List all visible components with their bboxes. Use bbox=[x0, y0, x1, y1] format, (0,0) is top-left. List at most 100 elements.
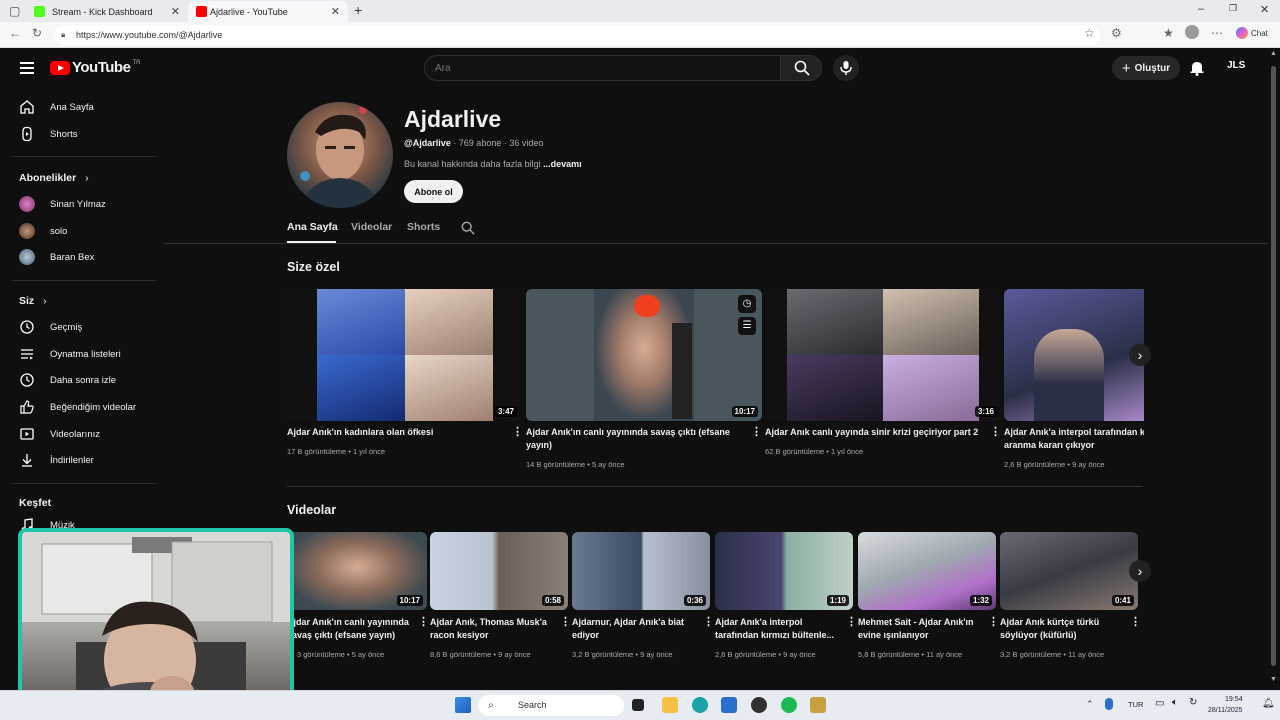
app-icon[interactable] bbox=[810, 697, 826, 713]
close-tab-icon[interactable]: ✕ bbox=[171, 5, 180, 18]
video-title[interactable]: Ajdar Anık'a interpol tarafından kı aran… bbox=[1004, 426, 1144, 452]
file-explorer-icon[interactable] bbox=[662, 697, 678, 713]
account-avatar[interactable]: JLS bbox=[1227, 60, 1245, 71]
video-thumbnail[interactable]: 0:58 bbox=[430, 532, 568, 610]
subscriptions-heading[interactable]: Abonelikler › bbox=[19, 172, 89, 184]
video-menu-icon[interactable]: ⋮ bbox=[846, 615, 857, 628]
sidebar-item-home[interactable]: Ana Sayfa bbox=[0, 94, 156, 120]
video-title[interactable]: Ajdar Anık, Thomas Musk'a racon kesiyor bbox=[430, 616, 554, 642]
video-menu-icon[interactable]: ⋮ bbox=[512, 425, 523, 438]
video-menu-icon[interactable]: ⋮ bbox=[703, 615, 714, 628]
sidebar-item-shorts[interactable]: Shorts bbox=[0, 121, 156, 147]
create-button[interactable]: + Oluştur bbox=[1112, 56, 1180, 80]
refresh-icon[interactable]: ↻ bbox=[32, 26, 42, 40]
video-thumbnail[interactable]: 3:47 bbox=[287, 289, 521, 421]
video-thumbnail[interactable]: 10:17 bbox=[287, 532, 427, 610]
favorites-icon[interactable]: ★ bbox=[1163, 26, 1174, 40]
taskbar-clock[interactable]: 19:54 28/11/2025 bbox=[1208, 694, 1243, 716]
video-thumbnail[interactable]: 1:32 bbox=[858, 532, 996, 610]
spotify-icon[interactable] bbox=[781, 697, 797, 713]
video-menu-icon[interactable]: ⋮ bbox=[988, 615, 999, 628]
video-menu-icon[interactable]: ⋮ bbox=[990, 425, 1001, 438]
sidebar-item-subscription[interactable]: Baran Bex bbox=[0, 244, 156, 270]
channel-search-icon[interactable] bbox=[461, 221, 475, 235]
youtube-logo[interactable]: YouTube TR bbox=[50, 59, 140, 76]
tab-home[interactable]: Ana Sayfa bbox=[287, 221, 338, 233]
close-tab-icon[interactable]: ✕ bbox=[331, 5, 340, 18]
sidebar-item-your-videos[interactable]: Videolarınız bbox=[0, 421, 156, 447]
tab-shorts[interactable]: Shorts bbox=[407, 221, 440, 233]
video-thumbnail[interactable]: 0:36 bbox=[572, 532, 710, 610]
edge-browser-icon[interactable] bbox=[692, 697, 708, 713]
volume-icon[interactable]: 🔈︎ bbox=[1172, 697, 1178, 708]
sidebar-item-playlists[interactable]: Oynatma listeleri bbox=[0, 341, 156, 367]
video-title[interactable]: Mehmet Sait - Ajdar Anık'ın evine ışınla… bbox=[858, 616, 982, 642]
browser-tab-youtube[interactable]: Ajdarlive - YouTube ✕ bbox=[188, 1, 348, 22]
microphone-tray-icon[interactable] bbox=[1105, 698, 1113, 710]
task-view-icon[interactable] bbox=[632, 699, 644, 711]
sidebar-item-downloads[interactable]: İndirilenler bbox=[0, 447, 156, 473]
tab-videos[interactable]: Videolar bbox=[351, 221, 392, 233]
video-thumbnail[interactable]: 0:41 bbox=[1000, 532, 1138, 610]
tray-chevron-icon[interactable]: ⌃ bbox=[1086, 699, 1094, 710]
scroll-up-icon[interactable]: ▲ bbox=[1270, 50, 1277, 57]
close-window-icon[interactable]: ✕ bbox=[1260, 3, 1269, 16]
carousel-next-button[interactable]: › bbox=[1129, 560, 1151, 582]
sidebar-item-subscription[interactable]: solo bbox=[0, 218, 156, 244]
video-title[interactable]: Ajdar Anık canlı yayında sinir krizi geç… bbox=[765, 426, 985, 439]
minimize-icon[interactable]: – bbox=[1198, 3, 1204, 15]
store-icon[interactable] bbox=[721, 697, 737, 713]
search-input[interactable] bbox=[424, 55, 780, 81]
video-title[interactable]: Ajdar Anık'ın canlı yayınında savaş çıkt… bbox=[287, 616, 411, 642]
back-icon[interactable]: ← bbox=[9, 26, 21, 40]
video-title[interactable]: Ajdarnur, Ajdar Anık'a biat ediyor bbox=[572, 616, 696, 642]
video-menu-icon[interactable]: ⋮ bbox=[1130, 615, 1141, 628]
video-menu-icon[interactable]: ⋮ bbox=[560, 615, 571, 628]
channel-description[interactable]: Bu kanal hakkında daha fazla bilgi ...de… bbox=[404, 159, 582, 169]
taskbar-search[interactable]: ⌕ Search bbox=[478, 695, 624, 716]
obs-icon[interactable] bbox=[751, 697, 767, 713]
voice-search-button[interactable] bbox=[833, 55, 859, 81]
video-thumbnail[interactable]: 1:19 bbox=[715, 532, 853, 610]
profile-icon[interactable] bbox=[1185, 25, 1199, 39]
video-title-line: ediyor bbox=[572, 630, 600, 640]
video-thumbnail[interactable]: ◷ ☰ 10:17 bbox=[526, 289, 762, 421]
search-button[interactable] bbox=[780, 55, 822, 81]
sync-icon[interactable]: ↻ bbox=[1189, 697, 1197, 708]
video-menu-icon[interactable]: ⋮ bbox=[418, 615, 429, 628]
video-title[interactable]: Ajdar Anık kürtçe türkü söylüyor (küfürl… bbox=[1000, 616, 1124, 642]
video-title[interactable]: Ajdar Anık'a interpol tarafından kırmızı… bbox=[715, 616, 841, 642]
add-to-queue-icon[interactable]: ☰ bbox=[738, 317, 756, 335]
language-indicator[interactable]: TUR bbox=[1128, 700, 1143, 709]
browser-tab-kick[interactable]: Stream - Kick Dashboard ✕ bbox=[26, 1, 188, 22]
you-heading[interactable]: Siz › bbox=[19, 295, 47, 307]
copilot-button[interactable]: Chat bbox=[1236, 27, 1268, 39]
tab-actions-icon[interactable]: ▢ bbox=[9, 4, 20, 18]
hamburger-menu-icon[interactable] bbox=[20, 62, 34, 74]
network-icon[interactable]: ▭ bbox=[1155, 698, 1164, 709]
windows-start-icon[interactable] bbox=[455, 697, 471, 713]
scroll-down-icon[interactable]: ▼ bbox=[1270, 676, 1277, 683]
extensions-icon[interactable]: ⚙ bbox=[1111, 26, 1122, 40]
video-title[interactable]: Ajdar Anık'ın canlı yayınında savaş çıkt… bbox=[526, 426, 748, 452]
watch-later-icon[interactable]: ◷ bbox=[738, 295, 756, 313]
url-field[interactable]: 🔒︎ https://www.youtube.com/@Ajdarlive bbox=[54, 25, 1100, 45]
video-title[interactable]: Ajdar Anık'ın kadınlara olan öfkesi bbox=[287, 426, 507, 439]
sidebar-item-history[interactable]: Geçmiş bbox=[0, 314, 156, 340]
sidebar-item-watch-later[interactable]: Daha sonra izle bbox=[0, 367, 156, 393]
video-thumbnail[interactable] bbox=[1004, 289, 1144, 421]
sidebar-item-liked-videos[interactable]: Beğendiğim videolar bbox=[0, 394, 156, 420]
more-link[interactable]: ...devamı bbox=[543, 159, 582, 169]
page-scrollbar-thumb[interactable] bbox=[1271, 66, 1276, 666]
subscribe-button[interactable]: Abone ol bbox=[404, 180, 463, 203]
more-options-icon[interactable]: ⋯ bbox=[1211, 26, 1223, 40]
video-thumbnail[interactable]: 3:16 bbox=[765, 289, 1001, 421]
notifications-bell-icon[interactable] bbox=[1189, 60, 1205, 76]
new-tab-icon[interactable]: + bbox=[354, 2, 362, 18]
sidebar-item-subscription[interactable]: Sinan Yılmaz bbox=[0, 191, 156, 217]
carousel-next-button[interactable]: › bbox=[1129, 344, 1151, 366]
video-menu-icon[interactable]: ⋮ bbox=[751, 425, 762, 438]
notifications-icon[interactable]: 🔔︎ bbox=[1262, 698, 1275, 709]
favorite-star-icon[interactable]: ☆ bbox=[1084, 26, 1095, 40]
maximize-icon[interactable]: ❐ bbox=[1229, 3, 1237, 14]
